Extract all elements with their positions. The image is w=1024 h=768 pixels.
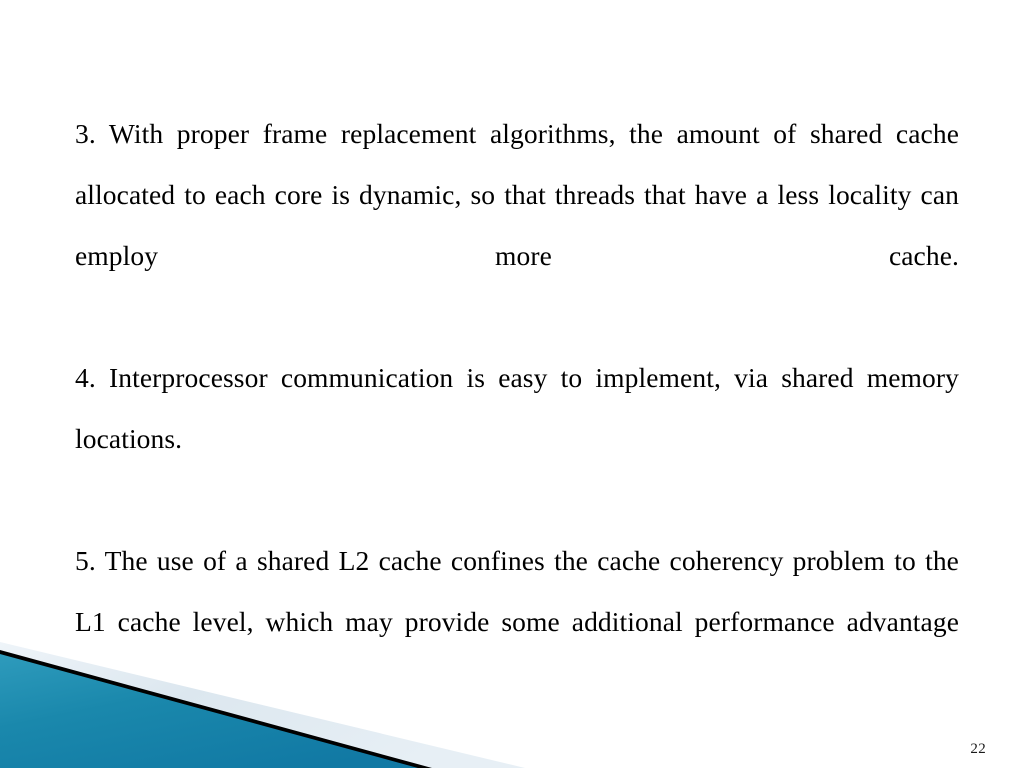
slide-canvas: 3. With proper frame replacement algorit… [0, 0, 1024, 768]
bullet-paragraph-4: 4. Interprocessor communication is easy … [75, 362, 959, 454]
bullet-paragraph-3: 3. With proper frame replacement algorit… [75, 118, 959, 271]
page-number: 22 [970, 741, 986, 757]
bullet-paragraph-5: 5. The use of a shared L2 cache confines… [75, 545, 959, 637]
slide-body: 3. With proper frame replacement algorit… [75, 103, 959, 713]
